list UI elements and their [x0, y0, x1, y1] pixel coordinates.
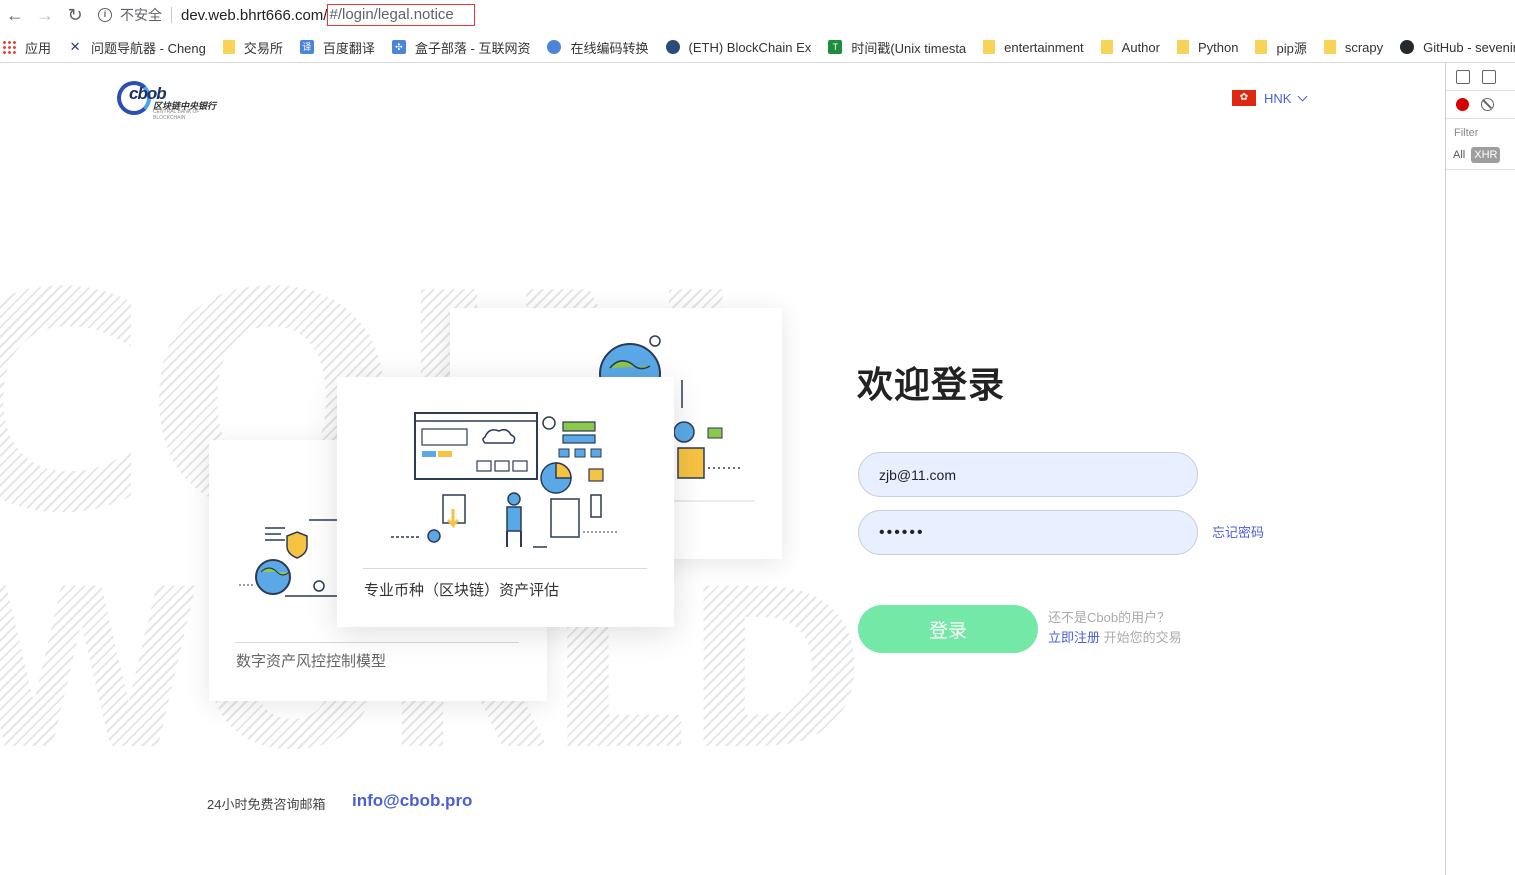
- bookmark-item[interactable]: 交易所: [222, 38, 283, 57]
- bookmark-label: 在线编码转换: [570, 40, 649, 56]
- network-filter[interactable]: Filter: [1446, 119, 1515, 139]
- bookmark-label: entertainment: [1004, 39, 1084, 55]
- bookmark-item[interactable]: Python: [1176, 39, 1239, 55]
- bookmark-label: 盒子部落 - 互联网资: [414, 40, 531, 56]
- asset-evaluation-illustration: [391, 412, 619, 548]
- x-logo-icon: ✕: [69, 39, 81, 54]
- filter-xhr[interactable]: XHR: [1471, 147, 1501, 163]
- register-link[interactable]: 立即注册: [1048, 630, 1100, 645]
- github-icon: [1400, 40, 1415, 54]
- login-title: 欢迎登录: [857, 364, 1006, 405]
- bookmark-item[interactable]: ✣ 盒子部落 - 互联网资: [391, 38, 531, 57]
- signup-tail: 开始您的交易: [1100, 630, 1182, 645]
- chevron-down-icon: [1298, 91, 1308, 101]
- info-icon[interactable]: i: [98, 8, 112, 22]
- logo-en-text: CENTRAL BANK OF BLOCKCHAIN: [153, 109, 200, 121]
- t-logo-icon: T: [828, 40, 843, 54]
- folder-icon: [222, 40, 235, 54]
- apps-icon: [2, 40, 16, 54]
- bookmark-item[interactable]: 译百度翻译: [299, 38, 375, 57]
- bookmark-label: 百度翻译: [322, 40, 375, 56]
- inspect-element-icon[interactable]: [1456, 69, 1470, 84]
- bookmark-label: (ETH) BlockChain Ex: [688, 39, 812, 55]
- filter-all[interactable]: All: [1453, 149, 1465, 161]
- eth-icon: [665, 40, 680, 54]
- record-icon[interactable]: [1456, 98, 1469, 111]
- resource-type-filters: All XHR: [1446, 139, 1515, 163]
- bookmark-label: pip源: [1276, 40, 1307, 56]
- bookmark-item[interactable]: entertainment: [983, 40, 1084, 55]
- bookmark-item[interactable]: 在线编码转换: [547, 38, 649, 57]
- url-hash-highlight: #/login/legal.notice: [327, 4, 475, 26]
- language-selector[interactable]: ✿ HNK: [1232, 90, 1308, 106]
- security-label: 不安全: [120, 7, 162, 23]
- site-logo[interactable]: cbob 区块链中央银行 CENTRAL BANK OF BLOCKCHAIN: [117, 80, 227, 121]
- password-field[interactable]: [858, 510, 1198, 555]
- devtools-toolbar: [1446, 63, 1515, 91]
- puzzle-icon: ✣: [391, 40, 406, 54]
- bookmark-item[interactable]: (ETH) BlockChain Ex: [665, 39, 812, 55]
- device-toggle-icon[interactable]: [1482, 69, 1496, 84]
- forward-button[interactable]: →: [30, 0, 60, 30]
- language-label: HNK: [1264, 90, 1292, 106]
- signup-question: 还不是Cbob的用户？: [1048, 610, 1171, 625]
- hong-kong-flag-icon: ✿: [1232, 90, 1256, 106]
- c-logo-icon: [547, 40, 562, 54]
- support-email-link[interactable]: info@cbob.pro: [352, 791, 472, 811]
- support-email-label: 24小时免费咨询邮箱: [207, 797, 326, 812]
- folder-icon: [983, 40, 996, 54]
- bookmark-label: 交易所: [243, 40, 283, 56]
- email-field[interactable]: [858, 452, 1198, 497]
- address-bar: ← → ↻ i 不安全 dev.web.bhrt666.com/ #/login…: [0, 0, 1515, 30]
- bookmark-item[interactable]: ✕ 问题导航器 - Cheng: [68, 38, 206, 57]
- bookmark-label: GitHub - sevenirul: [1423, 39, 1515, 55]
- bookmark-item[interactable]: 应用: [2, 38, 51, 57]
- bookmark-label: scrapy: [1344, 39, 1384, 55]
- card-caption-asset-evaluation: 专业币种（区块链）资产评估: [364, 582, 560, 599]
- bookmark-item[interactable]: GitHub - sevenirul: [1400, 40, 1515, 55]
- card-divider: [235, 642, 519, 643]
- bookmark-label: 时间戳(Unix timesta: [851, 40, 967, 56]
- bookmark-item[interactable]: Author: [1100, 39, 1160, 55]
- signup-line: 立即注册 开始您的交易: [1048, 627, 1182, 646]
- bookmark-item[interactable]: scrapy: [1323, 39, 1384, 55]
- url-host: dev.web.bhrt666.com/: [181, 6, 328, 24]
- reload-button[interactable]: ↻: [60, 0, 90, 30]
- network-toolbar: [1446, 91, 1515, 119]
- forgot-password-link[interactable]: 忘记密码: [1212, 522, 1264, 541]
- bookmarks-bar: 应用 ✕ 问题导航器 - Cheng 交易所译百度翻译 ✣ 盒子部落 - 互联网资 在线编码…: [0, 34, 1515, 60]
- back-button[interactable]: ←: [0, 0, 30, 30]
- card-divider: [363, 568, 647, 569]
- bookmark-label: Author: [1121, 39, 1160, 55]
- devtools-divider: [1446, 169, 1515, 170]
- bookmark-item[interactable]: T 时间戳(Unix timesta: [828, 38, 966, 57]
- url-field[interactable]: i 不安全 dev.web.bhrt666.com/ #/login/legal…: [98, 4, 475, 26]
- bookmark-label: 问题导航器 - Cheng: [91, 40, 206, 56]
- chrome-divider: [0, 62, 1515, 63]
- url-divider: [171, 7, 172, 23]
- devtools-panel: Filter All XHR: [1445, 63, 1515, 875]
- bookmark-item[interactable]: pip源: [1255, 38, 1307, 57]
- folder-icon: [1100, 40, 1113, 54]
- login-button[interactable]: 登录: [858, 605, 1038, 653]
- folder-icon: [1323, 40, 1336, 54]
- folder-icon: [1255, 40, 1268, 54]
- folder-icon: [1176, 40, 1189, 54]
- bookmark-label: 应用: [25, 40, 52, 56]
- clear-icon[interactable]: [1481, 98, 1494, 111]
- feature-card-front: 专业币种（区块链）资产评估: [337, 377, 674, 627]
- bookmark-label: Python: [1197, 39, 1239, 55]
- card-caption-risk-model: 数字资产风控控制模型: [236, 653, 387, 670]
- translate-icon: 译: [299, 40, 314, 54]
